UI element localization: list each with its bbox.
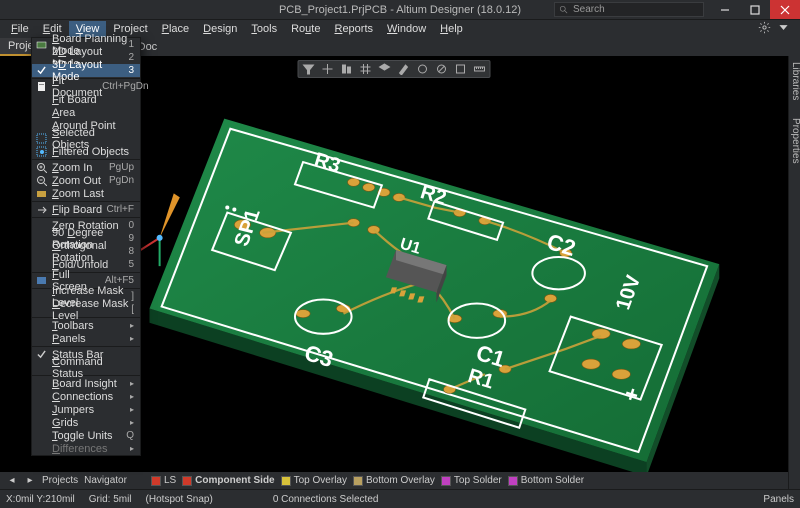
title-bar: PCB_Project1.PrjPCB - Altium Designer (1… — [0, 0, 800, 19]
menu-item-zoom-in[interactable]: Zoom InPgUp — [32, 161, 140, 174]
layer-top-overlay[interactable]: Top Overlay — [281, 475, 347, 486]
menu-item-connections[interactable]: Connections▸ — [32, 390, 140, 403]
menu-place[interactable]: Place — [155, 21, 197, 37]
menu-item-jumpers[interactable]: Jumpers▸ — [32, 403, 140, 416]
minimize-button[interactable] — [710, 0, 740, 19]
menu-item-orthogonal-rotation[interactable]: Orthogonal Rotation8 — [32, 245, 140, 258]
status-coords: X:0mil Y:210mil — [6, 494, 75, 505]
status-grid: Grid: 5mil — [89, 494, 132, 505]
menu-help[interactable]: Help — [433, 21, 470, 37]
menu-item-selected-objects[interactable]: Selected Objects — [32, 132, 140, 145]
libraries-tab[interactable]: Libraries — [790, 62, 800, 100]
status-panels-button[interactable]: Panels — [763, 494, 794, 505]
menu-item-toolbars[interactable]: Toolbars▸ — [32, 319, 140, 332]
search-placeholder: Search — [573, 4, 605, 15]
layer-nav-navigator[interactable]: Navigator — [84, 475, 127, 486]
menu-item-zoom-out[interactable]: Zoom OutPgDn — [32, 174, 140, 187]
layer-nav-projects[interactable]: Projects — [42, 475, 78, 486]
layer-bottom-overlay[interactable]: Bottom Overlay — [353, 475, 435, 486]
menu-tools[interactable]: Tools — [244, 21, 284, 37]
menu-item-differences: Differences▸ — [32, 442, 140, 455]
menu-item-flip-board[interactable]: Flip BoardCtrl+F — [32, 203, 140, 216]
menu-item-toggle-units[interactable]: Toggle UnitsQ — [32, 429, 140, 442]
maximize-button[interactable] — [740, 0, 770, 19]
layer-prev-icon[interactable]: ◂ — [6, 475, 18, 487]
menu-file[interactable]: File — [4, 21, 36, 37]
layer-bottom-solder[interactable]: Bottom Solder — [508, 475, 584, 486]
properties-tab[interactable]: Properties — [790, 118, 800, 164]
layer-next-icon[interactable]: ▸ — [24, 475, 36, 487]
help-dropdown-icon[interactable] — [777, 21, 790, 37]
menu-item-decrease-mask-level[interactable]: Decrease Mask Level[ — [32, 303, 140, 316]
menu-item-filtered-objects[interactable]: Filtered Objects — [32, 145, 140, 158]
status-snap: (Hotspot Snap) — [146, 494, 213, 505]
layer-ls[interactable]: LS — [164, 475, 176, 486]
right-rail: Libraries Properties — [788, 56, 800, 489]
status-bar: X:0mil Y:210mil Grid: 5mil (Hotspot Snap… — [0, 489, 800, 508]
menu-window[interactable]: Window — [380, 21, 433, 37]
menu-item-grids[interactable]: Grids▸ — [32, 416, 140, 429]
menu-item-command-status[interactable]: Command Status — [32, 361, 140, 374]
status-selection: 0 Connections Selected — [273, 494, 379, 505]
menu-item-board-insight[interactable]: Board Insight▸ — [32, 377, 140, 390]
menu-item-panels[interactable]: Panels▸ — [32, 332, 140, 345]
menu-item-zoom-last[interactable]: Zoom Last — [32, 187, 140, 200]
view-menu-dropdown: Board Planning Mode12D Layout Mode23D La… — [31, 37, 141, 456]
layer-component-side[interactable]: Component Side — [182, 475, 274, 486]
close-button[interactable] — [770, 0, 800, 19]
settings-icon[interactable] — [758, 21, 771, 37]
layer-bar: ◂ ▸ Projects Navigator LS Component Side… — [0, 472, 788, 489]
menu-design[interactable]: Design — [196, 21, 244, 37]
menu-reports[interactable]: Reports — [327, 21, 380, 37]
layer-top-solder[interactable]: Top Solder — [441, 475, 502, 486]
menu-item-fit-document[interactable]: Fit DocumentCtrl+PgDn — [32, 80, 140, 93]
menu-item-fit-board[interactable]: Fit Board — [32, 93, 140, 106]
menu-item-area[interactable]: Area — [32, 106, 140, 119]
search-icon — [559, 5, 569, 15]
menu-route[interactable]: Route — [284, 21, 327, 37]
global-search[interactable]: Search — [554, 2, 704, 17]
